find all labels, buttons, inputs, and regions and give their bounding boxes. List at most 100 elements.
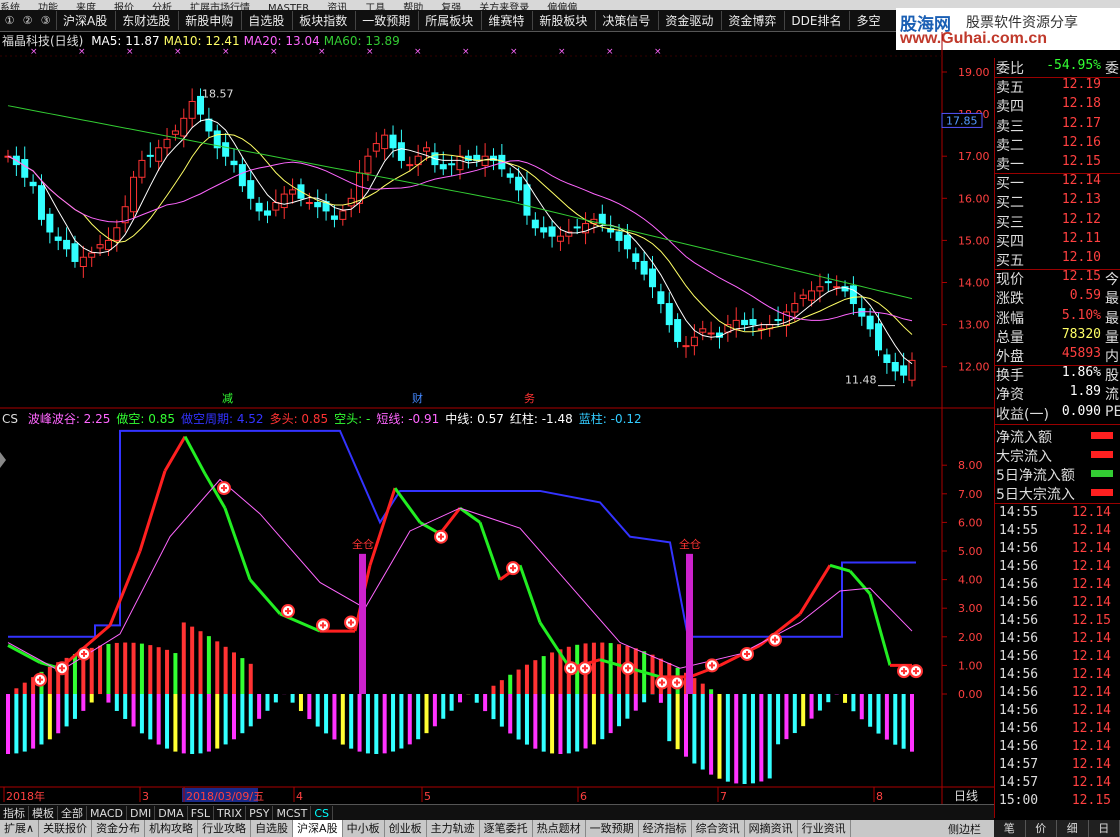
indicator-tab[interactable]: PSY — [246, 805, 274, 821]
candle-body — [79, 256, 87, 268]
quote-label: 买二 — [996, 195, 1024, 212]
bottom-nav-item[interactable]: 行业资讯 — [798, 820, 851, 837]
indicator-tab[interactable]: 全部 — [58, 805, 87, 821]
candle-body — [531, 219, 539, 229]
bottom-nav-item[interactable]: 沪深A股 — [293, 820, 343, 837]
bottom-nav-item[interactable]: 自选股 — [251, 820, 294, 837]
detail-tab[interactable]: 笔 — [994, 820, 1026, 837]
histogram-down-bar — [458, 694, 462, 703]
toolbar-button[interactable]: 维赛特 — [481, 11, 530, 30]
signal-mark: × — [558, 47, 566, 57]
toolbar-number-button[interactable]: ① — [1, 12, 18, 29]
quote-value: 1.86% — [1061, 365, 1101, 381]
sidebar-toggle[interactable]: 侧边栏 — [948, 821, 981, 837]
indicator-tick-label: 7.00 — [958, 488, 983, 501]
tick-row: 14:56 12.14 — [995, 631, 1120, 649]
logo-tagline: 股票软件资源分享 — [966, 15, 1078, 31]
detail-tab[interactable]: 价 — [1026, 820, 1057, 837]
bottom-nav-item[interactable]: 逐笔委托 — [480, 820, 533, 837]
indicator-tabs: 指标 模板 全部 MACD DMI DMA FSL TRIX PSY MCST CS — [0, 804, 994, 821]
bottom-nav-item[interactable]: 扩展∧ — [0, 820, 40, 837]
indicator-tab[interactable]: DMA — [155, 805, 188, 821]
full-position-label: 全仓 — [679, 537, 701, 551]
histogram-up-bar — [72, 654, 77, 694]
toolbar-number-button[interactable]: ② — [19, 12, 36, 29]
bottom-nav-item[interactable]: 资金分布 — [92, 820, 146, 837]
period-label[interactable]: 日线 — [954, 787, 978, 804]
histogram-down-bar — [307, 694, 312, 720]
tick-price: 12.14 — [1071, 756, 1111, 772]
toolbar-button[interactable]: 自选股 — [241, 11, 290, 30]
histogram-down-bar — [139, 694, 144, 734]
candle-body — [205, 118, 213, 132]
quote-label: 买一 — [996, 176, 1024, 193]
histogram-down-bar — [684, 694, 688, 757]
bottom-nav-item[interactable]: 经济指标 — [639, 820, 692, 837]
histogram-down-bar — [391, 694, 396, 752]
toolbar-button[interactable]: 一致预期 — [355, 11, 416, 30]
indicator-legend-item: 多头: 0.85 — [269, 412, 329, 426]
histogram-down-bar — [265, 694, 270, 711]
toolbar-button[interactable]: 东财选股 — [115, 11, 176, 30]
histogram-down-bar — [240, 694, 245, 734]
tick-time: 14:57 — [999, 774, 1039, 790]
candle-body — [381, 134, 389, 150]
candle-body — [230, 160, 238, 166]
histogram-down-bar — [491, 694, 496, 720]
indicator-tab[interactable]: TRIX — [214, 805, 247, 821]
quote-label: 净资 — [996, 387, 1024, 404]
bottom-nav-item[interactable]: 行业攻略 — [198, 820, 252, 837]
chart-area[interactable]: 19.0018.0017.0016.0015.0014.0013.0012.00… — [0, 32, 994, 804]
bottom-nav-item[interactable]: 中小板 — [343, 820, 385, 837]
bottom-nav-item[interactable]: 一致预期 — [586, 820, 639, 837]
candle-body — [104, 239, 112, 251]
toolbar-button[interactable]: 沪深A股 — [56, 11, 113, 30]
indicator-tab[interactable]: 模板 — [29, 805, 58, 821]
bottom-nav-item[interactable]: 网摘资讯 — [745, 820, 798, 837]
histogram-down-bar — [324, 694, 329, 734]
toolbar-button[interactable]: 资金驱动 — [658, 11, 719, 30]
quote-value: 12.19 — [1061, 77, 1101, 93]
quote-row: 卖二 12.16 — [995, 135, 1120, 154]
toolbar-button[interactable]: DDE排名 — [784, 11, 847, 30]
indicator-tab[interactable]: MCST — [273, 805, 312, 821]
bottom-nav-item[interactable]: 创业板 — [385, 820, 427, 837]
histogram-up-bar — [499, 680, 504, 694]
bottom-nav-item[interactable]: 主力轨迹 — [427, 820, 480, 837]
oscillator-segment — [829, 563, 851, 573]
toolbar-button[interactable]: 多空 — [849, 11, 886, 30]
tick-row: 14:55 12.14 — [995, 523, 1120, 541]
toolbar-number-button[interactable]: ③ — [37, 12, 54, 29]
histogram-up-bar — [667, 662, 672, 694]
toolbar-button[interactable]: 板块指数 — [292, 11, 353, 30]
histogram-up-bar — [47, 666, 52, 694]
toolbar-button[interactable]: 新股板块 — [532, 11, 593, 30]
detail-tab[interactable]: 日 — [1089, 820, 1120, 837]
indicator-legend-item: 空头: - — [334, 412, 371, 426]
histogram-down-bar — [399, 694, 404, 749]
quote-value: 12.10 — [1061, 250, 1101, 265]
candle-body — [255, 202, 263, 212]
toolbar-button[interactable]: 所属板块 — [418, 11, 479, 30]
indicator-tab[interactable]: 指标 — [0, 805, 29, 821]
indicator-tab[interactable]: DMI — [127, 805, 156, 821]
toolbar-button[interactable]: 新股申购 — [178, 11, 239, 30]
quote-value: 12.11 — [1061, 230, 1101, 246]
indicator-tab[interactable]: MACD — [87, 805, 127, 821]
candle-body — [37, 185, 45, 220]
candle-body — [138, 159, 146, 178]
indicator-tab[interactable]: FSL — [188, 805, 214, 821]
toolbar-button[interactable]: 资金博弈 — [721, 11, 782, 30]
bottom-nav-item[interactable]: 机构攻略 — [145, 820, 199, 837]
bottom-nav-item[interactable]: 综合资讯 — [692, 820, 745, 837]
bottom-nav-item[interactable]: 关联报价 — [39, 820, 93, 837]
histogram-up-bar — [223, 646, 228, 694]
candle-body — [774, 319, 782, 322]
indicator-tab[interactable]: CS — [311, 805, 333, 821]
histogram-up-bar — [541, 656, 546, 694]
bottom-nav-item[interactable]: 热点题材 — [533, 820, 586, 837]
toolbar-button[interactable]: 决策信号 — [595, 11, 656, 30]
price-tick-label: 12.00 — [958, 361, 990, 374]
histogram-up-bar — [617, 644, 622, 694]
detail-tab[interactable]: 细 — [1057, 820, 1089, 837]
